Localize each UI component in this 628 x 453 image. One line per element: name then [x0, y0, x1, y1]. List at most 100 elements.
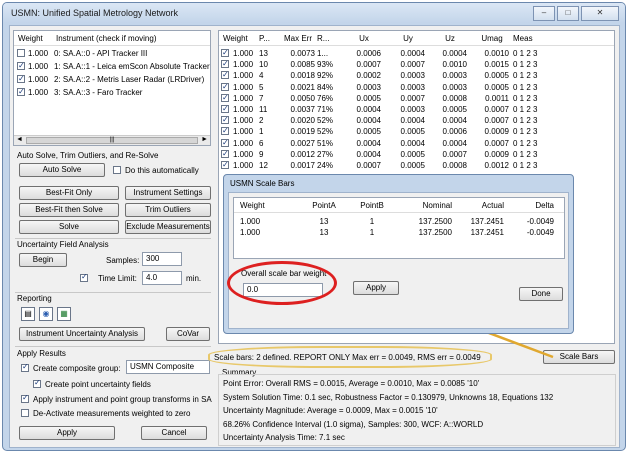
divider — [15, 292, 211, 293]
instrument-uncertainty-analysis-button[interactable]: Instrument Uncertainty Analysis — [19, 327, 145, 341]
samples-label: Samples: — [106, 256, 140, 265]
point-cell: 0.0004 — [356, 138, 381, 148]
point-row[interactable]: 1.00020.002052%0.00040.00040.00040.00070… — [219, 114, 614, 126]
scale-bar-cell: 1.000 — [240, 228, 261, 237]
close-button[interactable]: ✕ — [581, 6, 619, 21]
point-row[interactable]: 1.000130.00731...0.00060.00040.00040.001… — [219, 47, 614, 59]
point-cell: 0.0005 — [442, 105, 467, 114]
instrument-moving-checkbox[interactable] — [17, 49, 25, 57]
point-row[interactable]: 1.00060.002751%0.00040.00040.00040.00070… — [219, 137, 614, 149]
point-row[interactable]: 1.00090.001227%0.00040.00050.00070.00090… — [219, 148, 614, 160]
scale-bars-table[interactable]: Weight PointA PointB Nominal Actual Delta 1.0… — [233, 197, 565, 259]
point-cell: 0.0007 — [484, 138, 509, 148]
report-document-icon[interactable]: ▤ — [21, 307, 35, 321]
begin-button[interactable]: Begin — [19, 253, 67, 267]
point-checkbox[interactable] — [221, 103, 229, 114]
point-checkbox[interactable] — [221, 159, 229, 170]
instrument-weight: 1.000 — [28, 62, 49, 71]
point-fields-label: Create point uncertainty fields — [45, 380, 151, 389]
auto-solve-button[interactable]: Auto Solve — [19, 163, 105, 177]
point-row[interactable]: 1.000110.003771%0.00040.00030.00050.0007… — [219, 103, 614, 115]
point-checkbox[interactable] — [221, 137, 229, 148]
scale-bar-row[interactable]: 1.000 13 1 137.2500 137.2451 -0.0049 — [234, 216, 564, 227]
point-cell: 24% — [317, 161, 334, 170]
summary-line: Point Error: Overall RMS = 0.0015, Avera… — [223, 379, 480, 388]
point-cell: 0.0004 — [356, 149, 381, 159]
point-checkbox[interactable] — [221, 69, 229, 80]
point-checkbox[interactable] — [221, 125, 229, 136]
point-checkbox[interactable] — [221, 114, 229, 125]
group-name-input[interactable]: USMN Composite — [126, 360, 210, 374]
deactivate-checkbox[interactable] — [21, 409, 29, 417]
horizontal-scrollbar[interactable]: ◄ ||| ► — [14, 135, 210, 145]
samples-input[interactable]: 300 — [142, 252, 182, 266]
point-checkbox[interactable] — [221, 81, 229, 92]
point-checkbox[interactable] — [221, 47, 229, 58]
instrument-moving-checkbox[interactable] — [17, 60, 25, 71]
point-cell: 1 — [259, 127, 264, 137]
scale-bar-cell: 13 — [319, 217, 329, 226]
dialog-apply-button[interactable]: Apply — [353, 281, 399, 295]
point-row[interactable]: 1.00050.002184%0.00030.00030.00030.00050… — [219, 81, 614, 93]
point-cell: 93% — [317, 60, 334, 70]
scroll-left-icon[interactable]: ◄ — [16, 136, 23, 143]
apply-button[interactable]: Apply — [19, 426, 115, 440]
report-excel-icon[interactable]: ▦ — [57, 307, 71, 321]
apply-transforms-checkbox[interactable] — [21, 393, 29, 403]
point-row[interactable]: 1.000120.001724%0.00070.00050.00080.0012… — [219, 159, 614, 171]
point-cell: 11 — [259, 105, 268, 114]
scroll-thumb[interactable]: ||| — [26, 137, 198, 144]
dialog-client: Weight PointA PointB Nominal Actual Delta 1.0… — [227, 192, 569, 329]
point-cell: 0.0005 — [400, 127, 425, 137]
point-cell: 0.0015 — [484, 60, 509, 70]
point-cell: 0.0004 — [442, 49, 467, 58]
instrument-row[interactable]: 1.000 2: SA.A::2 - Metris Laser Radar (LR… — [14, 73, 210, 85]
divider — [15, 346, 211, 347]
point-checkbox[interactable] — [221, 58, 229, 69]
time-limit-checkbox[interactable] — [80, 272, 88, 282]
point-cell: 0.0005 — [400, 149, 425, 159]
exclude-measurements-button[interactable]: Exclude Measurements — [125, 220, 211, 234]
create-group-label: Create composite group: — [33, 364, 121, 373]
point-cell: 0.0021 — [290, 82, 315, 92]
instrument-row[interactable]: 1.000 3: SA.A::3 - Faro Tracker — [14, 86, 210, 98]
do-auto-checkbox[interactable] — [113, 166, 121, 174]
point-row[interactable]: 1.00040.001892%0.00020.00030.00030.00050… — [219, 69, 614, 81]
solve-button[interactable]: Solve — [19, 220, 119, 234]
trim-outliers-button[interactable]: Trim Outliers — [125, 203, 211, 217]
point-cell: 0.0050 — [290, 93, 315, 103]
point-row[interactable]: 1.000100.008593%0.00070.00070.00100.0015… — [219, 58, 614, 70]
instrument-moving-checkbox[interactable] — [17, 73, 25, 84]
point-cell: 2 — [259, 116, 264, 126]
scale-bar-cell: 137.2451 — [470, 228, 504, 237]
summary-line: System Solution Time: 0.1 sec, Robustnes… — [223, 392, 554, 402]
instrument-list[interactable]: Weight Instrument (check if moving) 1.00… — [13, 30, 211, 146]
create-group-checkbox[interactable] — [21, 362, 29, 372]
time-limit-input[interactable]: 4.0 — [142, 271, 182, 285]
instrument-row[interactable]: 1.000 0: SA.A::0 - API Tracker III — [14, 48, 210, 59]
time-limit-unit: min. — [186, 274, 202, 283]
point-row[interactable]: 1.00010.001952%0.00050.00050.00060.00090… — [219, 125, 614, 137]
scale-bar-cell: 137.2500 — [418, 217, 452, 226]
dialog-done-button[interactable]: Done — [519, 287, 563, 301]
best-fit-then-solve-button[interactable]: Best-Fit then Solve — [19, 203, 119, 217]
report-web-icon[interactable]: ◉ — [39, 307, 53, 321]
maximize-button[interactable]: □ — [557, 6, 579, 21]
instrument-row[interactable]: 1.000 1: SA.A::1 - Leica emScon Absolute … — [14, 60, 210, 72]
point-checkbox[interactable] — [221, 92, 229, 103]
instrument-moving-checkbox[interactable] — [17, 86, 25, 97]
covar-button[interactable]: CoVar — [166, 327, 210, 341]
point-checkbox[interactable] — [221, 148, 229, 159]
instrument-settings-button[interactable]: Instrument Settings — [125, 186, 211, 200]
point-row[interactable]: 1.00070.005076%0.00050.00070.00080.00110… — [219, 92, 614, 104]
point-cell: 0 1 2 3 — [513, 161, 538, 170]
point-cell: 0 1 2 3 — [513, 105, 538, 114]
cancel-button[interactable]: Cancel — [141, 426, 207, 440]
point-fields-checkbox[interactable] — [33, 378, 41, 388]
minimize-button[interactable]: – — [533, 6, 555, 21]
scroll-right-icon[interactable]: ► — [201, 136, 208, 143]
best-fit-only-button[interactable]: Best-Fit Only — [19, 186, 119, 200]
scale-bar-row[interactable]: 1.000 13 1 137.2500 137.2451 -0.0049 — [234, 227, 564, 238]
point-cell: 0.0007 — [400, 93, 425, 103]
apply-results-heading: Apply Results — [17, 349, 66, 358]
